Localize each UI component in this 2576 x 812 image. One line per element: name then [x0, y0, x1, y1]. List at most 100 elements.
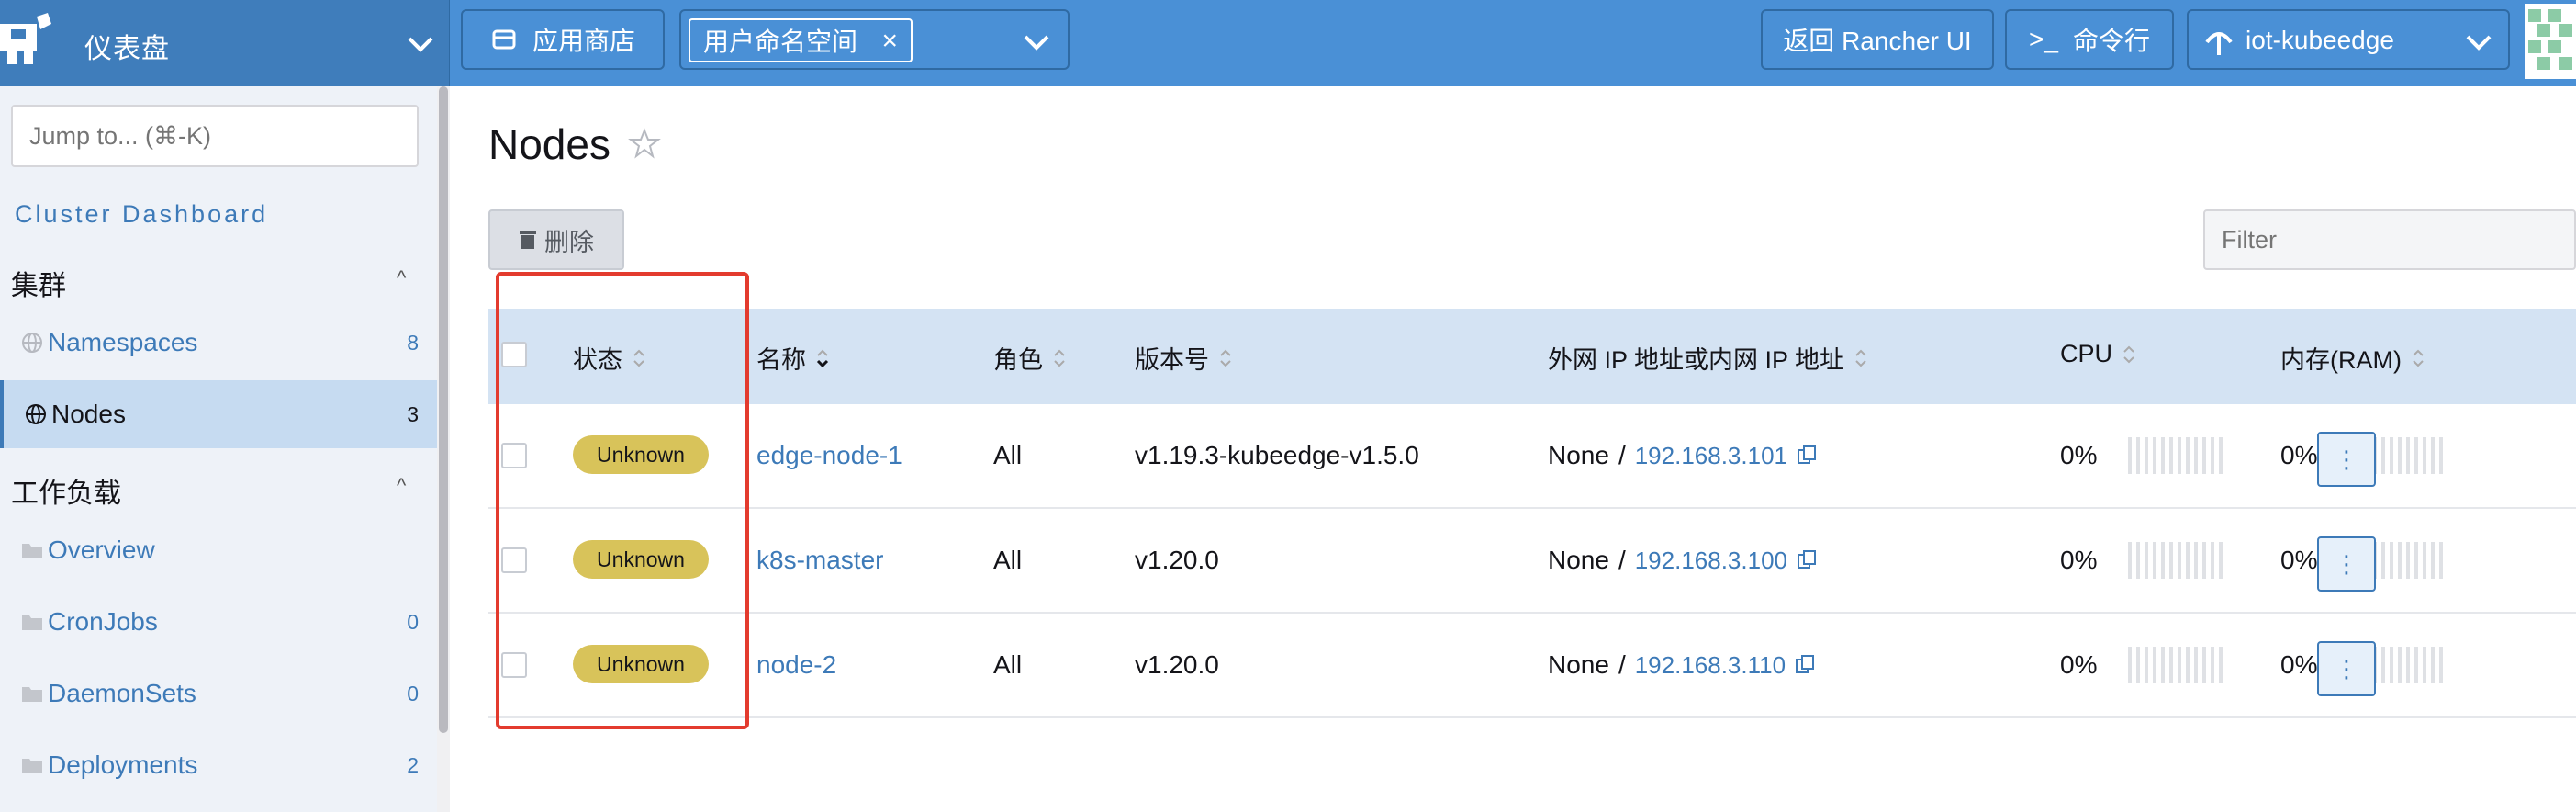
ram-percent: 0% — [2280, 546, 2318, 574]
table-row: Unknown edge-node-1 All v1.19.3-kubeedge… — [488, 404, 2576, 509]
nodes-table: 状态 名称 角色 版本号 外网 IP 地址或内网 IP 地址 CPU 内存(RA… — [488, 309, 2576, 718]
page-title: Nodes — [488, 120, 610, 168]
sidebar-item-label: Nodes — [51, 400, 126, 428]
cpu-usage-bar — [2128, 437, 2234, 474]
scrollbar-thumb[interactable] — [439, 86, 448, 733]
sort-down-icon — [816, 349, 829, 367]
column-version[interactable]: 版本号 — [1135, 340, 1233, 376]
cluster-name: iot-kubeedge — [2246, 26, 2394, 54]
sort-icon — [2123, 345, 2134, 363]
app-store-button[interactable]: 应用商店 — [461, 9, 665, 70]
row-actions-button[interactable]: ⋮ — [2317, 536, 2376, 592]
external-ip: None — [1548, 441, 1609, 469]
folder-icon — [22, 687, 42, 702]
sort-icon — [1855, 349, 1866, 367]
kubectl-shell-button[interactable]: >_ 命令行 — [2005, 9, 2174, 70]
node-ip: None / 192.168.3.101 — [1548, 441, 1817, 470]
row-actions-button[interactable]: ⋮ — [2317, 432, 2376, 487]
copy-icon[interactable] — [1797, 549, 1817, 571]
namespace-chip: 用户命名空间 × — [689, 18, 913, 62]
node-ip: None / 192.168.3.100 — [1548, 546, 1817, 575]
sidebar-item-label: DaemonSets — [48, 679, 196, 707]
delete-button[interactable]: 删除 — [488, 209, 624, 270]
rancher-logo-icon — [0, 13, 51, 64]
user-avatar[interactable] — [2525, 4, 2576, 79]
delete-label: 删除 — [544, 228, 594, 256]
node-role: All — [993, 441, 1023, 469]
copy-icon[interactable] — [1797, 445, 1817, 467]
brand-label: 仪表盘 — [84, 34, 170, 64]
filter-input[interactable] — [2203, 209, 2576, 270]
brand-menu[interactable]: 仪表盘 — [0, 0, 450, 86]
external-ip: None — [1548, 546, 1609, 574]
group-cluster-label[interactable]: 集群 — [11, 263, 66, 303]
column-name[interactable]: 名称 — [756, 340, 830, 376]
sidebar-item-cronjobs[interactable]: CronJobs 0 — [0, 588, 437, 656]
sidebar-item-deployments[interactable]: Deployments 2 — [0, 731, 437, 799]
external-ip: None — [1548, 650, 1609, 679]
internal-ip: 192.168.3.100 — [1634, 546, 1787, 574]
internal-ip: 192.168.3.110 — [1634, 650, 1786, 679]
sidebar-item-nodes[interactable]: Nodes 3 — [0, 380, 437, 448]
sidebar-scrollbar[interactable] — [437, 86, 450, 812]
cluster-dashboard-link[interactable]: Cluster Dashboard — [15, 200, 268, 229]
column-ip[interactable]: 外网 IP 地址或内网 IP 地址 — [1548, 340, 1868, 376]
column-ram[interactable]: 内存(RAM) — [2280, 340, 2425, 376]
node-ip: None / 192.168.3.110 — [1548, 650, 1815, 680]
column-label: 名称 — [756, 346, 806, 374]
chevron-down-icon[interactable] — [1020, 26, 1053, 59]
node-name-link[interactable]: k8s-master — [756, 546, 883, 575]
chevron-down-icon[interactable] — [2462, 26, 2495, 59]
cpu-usage-bar — [2128, 647, 2234, 683]
sidebar-item-label: CronJobs — [48, 607, 158, 636]
column-label: CPU — [2060, 340, 2113, 367]
group-workload-label[interactable]: 工作负载 — [11, 470, 121, 511]
sidebar-item-count: 0 — [407, 681, 419, 705]
node-role: All — [993, 546, 1023, 574]
chevron-up-icon[interactable]: ^ — [397, 474, 406, 498]
folder-icon — [22, 759, 42, 773]
sidebar-item-namespaces[interactable]: Namespaces 8 — [0, 309, 437, 377]
star-icon[interactable] — [628, 127, 661, 160]
node-name-link[interactable]: node-2 — [756, 650, 836, 680]
trash-icon — [520, 231, 536, 249]
sidebar-item-count: 2 — [407, 752, 419, 777]
ram-percent: 0% — [2280, 650, 2318, 679]
sort-icon — [1220, 349, 1231, 367]
node-version: v1.20.0 — [1135, 650, 1219, 679]
namespace-selector[interactable]: 用户命名空间 × — [679, 9, 1070, 70]
back-to-rancher-button[interactable]: 返回 Rancher UI — [1761, 9, 1994, 70]
sort-icon — [2413, 349, 2424, 367]
ip-separator: / — [1618, 650, 1626, 679]
chevron-down-icon[interactable] — [404, 28, 437, 61]
terminal-icon: >_ — [2029, 25, 2058, 53]
column-cpu[interactable]: CPU — [2060, 340, 2136, 368]
globe-icon — [26, 404, 46, 424]
node-name-link[interactable]: edge-node-1 — [756, 441, 902, 470]
cpu-percent: 0% — [2060, 441, 2098, 469]
node-role: All — [993, 650, 1023, 679]
jump-to-input[interactable] — [11, 105, 419, 167]
kubectl-shell-label: 命令行 — [2072, 27, 2150, 55]
sidebar-item-count: 8 — [407, 330, 419, 355]
column-role[interactable]: 角色 — [993, 340, 1067, 376]
row-actions-button[interactable]: ⋮ — [2317, 641, 2376, 696]
node-version: v1.19.3-kubeedge-v1.5.0 — [1135, 441, 1419, 469]
cpu-percent: 0% — [2060, 650, 2098, 679]
sidebar-item-count: 3 — [407, 401, 419, 426]
chevron-up-icon[interactable]: ^ — [397, 266, 406, 290]
ip-separator: / — [1618, 441, 1626, 469]
sidebar-item-overview[interactable]: Overview — [0, 516, 437, 584]
ram-percent: 0% — [2280, 441, 2318, 469]
sidebar-item-label: Overview — [48, 536, 155, 564]
sidebar-item-daemonsets[interactable]: DaemonSets 0 — [0, 660, 437, 727]
table-row: Unknown k8s-master All v1.20.0 None / 19… — [488, 509, 2576, 614]
cluster-selector[interactable]: iot-kubeedge — [2187, 9, 2510, 70]
cluster-icon — [2205, 32, 2233, 55]
table-row: Unknown node-2 All v1.20.0 None / 192.16… — [488, 614, 2576, 718]
folder-icon — [22, 544, 42, 558]
copy-icon[interactable] — [1795, 654, 1815, 676]
state-column-highlight-box — [496, 272, 749, 729]
back-to-rancher-label: 返回 Rancher UI — [1783, 27, 1972, 55]
chip-close-icon[interactable]: × — [881, 26, 898, 57]
